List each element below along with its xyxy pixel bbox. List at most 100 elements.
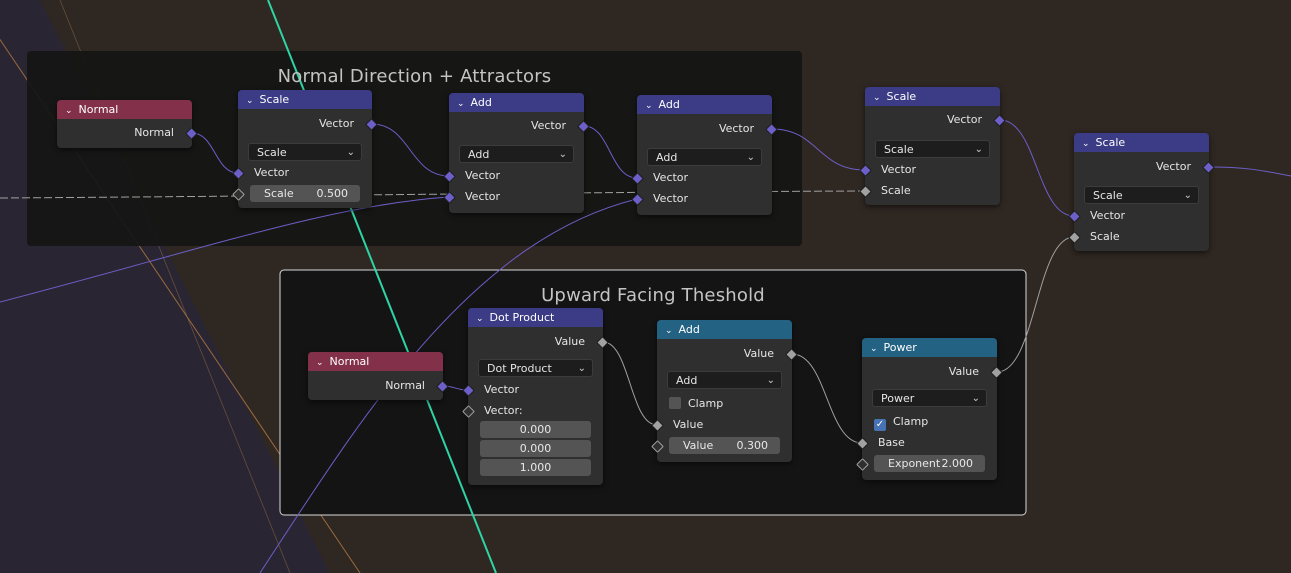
math-power-node[interactable]: ⌄ Power Value Power ⌄ ✓ Clamp Base Exponent… — [856, 338, 1003, 480]
vector-math-scale-node[interactable]: ⌄ Scale Vector Scale ⌄ Vector Scale 0.500 — [232, 90, 378, 208]
chevron-down-icon[interactable]: ⌄ — [476, 310, 484, 329]
vector-math-dot-product-node[interactable]: ⌄ Dot Product Value Dot Product ⌄ Vector V… — [462, 308, 609, 485]
socket-label: Vector — [653, 171, 689, 184]
math-add-node[interactable]: ⌄ Add Value Add ⌄ Clamp Value Value 0.300 — [651, 320, 798, 462]
operation-dropdown[interactable]: Power ⌄ — [872, 389, 987, 407]
node-header[interactable]: ⌄ Power — [862, 338, 997, 357]
input-vector: Vector — [1068, 207, 1209, 225]
node-title: Dot Product — [489, 311, 555, 324]
value-field[interactable]: Value 0.300 — [669, 437, 780, 454]
dropdown-value: Dot Product — [487, 362, 552, 375]
operation-dropdown[interactable]: Scale ⌄ — [875, 140, 990, 158]
input-scale: Scale — [1068, 228, 1209, 246]
output-vector: Vector — [865, 111, 1006, 129]
field-value: 0.300 — [736, 439, 769, 452]
vector-math-add-node[interactable]: ⌄ Add Vector Add ⌄ Vector Vector — [443, 93, 590, 213]
input-vector-2: Vector — [443, 188, 584, 206]
clamp-checkbox[interactable]: Clamp — [669, 395, 723, 413]
link-scale2-scale3 — [999, 119, 1075, 217]
node-title: Scale — [886, 90, 917, 103]
chevron-down-icon: ⌄ — [766, 375, 775, 386]
socket-label: Normal — [134, 126, 174, 139]
socket-label: Vector — [946, 113, 982, 126]
socket-label: Vector — [1155, 160, 1191, 173]
socket-label: Normal — [385, 379, 425, 392]
node-title: Power — [883, 341, 917, 354]
socket-label: Vector: — [484, 404, 523, 417]
clamp-checkbox[interactable]: ✓ Clamp — [874, 413, 928, 431]
scale-field[interactable]: Scale 0.500 — [250, 185, 360, 202]
chevron-down-icon[interactable]: ⌄ — [246, 92, 254, 111]
node-header[interactable]: ⌄ Scale — [865, 87, 1000, 106]
output-value: Value — [862, 363, 1003, 381]
input-scale: Scale 0.500 — [232, 185, 372, 203]
chevron-down-icon: ⌄ — [558, 149, 567, 160]
socket-label: Vector — [1090, 209, 1126, 222]
operation-dropdown[interactable]: Add ⌄ — [459, 145, 574, 163]
operation-dropdown[interactable]: Scale ⌄ — [248, 143, 362, 161]
node-title: Normal — [78, 103, 119, 116]
node-header[interactable]: ⌄ Add — [449, 93, 584, 112]
field-label: Scale — [264, 187, 294, 200]
checkmark-icon[interactable]: ✓ — [874, 419, 886, 431]
node-header[interactable]: ⌄ Normal — [57, 100, 192, 119]
chevron-down-icon[interactable]: ⌄ — [665, 322, 673, 341]
chevron-down-icon: ⌄ — [746, 152, 755, 163]
node-title: Add — [470, 96, 492, 109]
socket-label: Vector — [318, 117, 354, 130]
dropdown-value: Scale — [1093, 189, 1123, 202]
output-vector: Vector — [637, 120, 778, 138]
socket-label: Vector — [653, 192, 689, 205]
field-value: 0.500 — [316, 187, 349, 200]
node-header[interactable]: ⌄ Scale — [238, 90, 372, 109]
input-vector: Vector — [443, 167, 584, 185]
node-header[interactable]: ⌄ Dot Product — [468, 308, 603, 327]
chevron-down-icon[interactable]: ⌄ — [873, 89, 881, 108]
vector-math-add-node[interactable]: ⌄ Add Vector Add ⌄ Vector Vector — [631, 95, 778, 215]
checkbox-icon[interactable] — [669, 397, 681, 409]
node-header[interactable]: ⌄ Scale — [1074, 133, 1209, 152]
socket-label: Scale — [881, 184, 911, 197]
input-value: Value — [651, 416, 792, 434]
checkbox-label: Clamp — [688, 397, 724, 410]
chevron-down-icon[interactable]: ⌄ — [65, 102, 73, 121]
chevron-down-icon[interactable]: ⌄ — [870, 340, 878, 359]
output-value: Value — [657, 345, 798, 363]
input-base: Base — [856, 434, 997, 452]
vector-y-field[interactable]: 0.000 — [480, 440, 591, 457]
node-header[interactable]: ⌄ Add — [657, 320, 792, 339]
vector-z-field[interactable]: 1.000 — [480, 459, 591, 476]
socket-label: Vector — [254, 166, 290, 179]
chevron-down-icon: ⌄ — [577, 363, 586, 374]
chevron-down-icon: ⌄ — [971, 393, 980, 404]
link-scale3-out — [1208, 166, 1291, 177]
normal-node[interactable]: ⌄ Normal Normal — [308, 352, 449, 400]
input-exponent: Exponent 2.000 — [856, 455, 997, 473]
exponent-field[interactable]: Exponent 2.000 — [874, 455, 985, 472]
node-header[interactable]: ⌄ Normal — [308, 352, 443, 371]
input-vector-2: Vector — [631, 190, 772, 208]
node-header[interactable]: ⌄ Add — [637, 95, 772, 114]
chevron-down-icon: ⌄ — [346, 147, 355, 158]
output-vector: Vector — [1074, 158, 1215, 176]
normal-node[interactable]: ⌄ Normal Normal — [57, 100, 198, 148]
input-vector: Vector — [462, 381, 603, 399]
operation-dropdown[interactable]: Add ⌄ — [647, 148, 762, 166]
chevron-down-icon[interactable]: ⌄ — [1082, 135, 1090, 154]
chevron-down-icon[interactable]: ⌄ — [645, 97, 653, 116]
vector-math-scale-node[interactable]: ⌄ Scale Vector Scale ⌄ Vector Scale — [859, 87, 1006, 205]
operation-dropdown[interactable]: Dot Product ⌄ — [478, 359, 593, 377]
input-vector: Vector — [859, 161, 1000, 179]
chevron-down-icon[interactable]: ⌄ — [316, 354, 324, 373]
field-value: 2.000 — [941, 457, 974, 470]
socket-label: Value — [554, 335, 585, 348]
chevron-down-icon[interactable]: ⌄ — [457, 95, 465, 114]
operation-dropdown[interactable]: Add ⌄ — [667, 371, 782, 389]
vector-x-field[interactable]: 0.000 — [480, 421, 591, 438]
output-normal: Normal — [57, 124, 198, 142]
operation-dropdown[interactable]: Scale ⌄ — [1084, 186, 1199, 204]
socket-label: Vector — [718, 122, 754, 135]
vector-math-scale-node[interactable]: ⌄ Scale Vector Scale ⌄ Vector Scale — [1068, 133, 1215, 251]
output-vector: Vector — [449, 117, 590, 135]
node-title: Scale — [259, 93, 290, 106]
